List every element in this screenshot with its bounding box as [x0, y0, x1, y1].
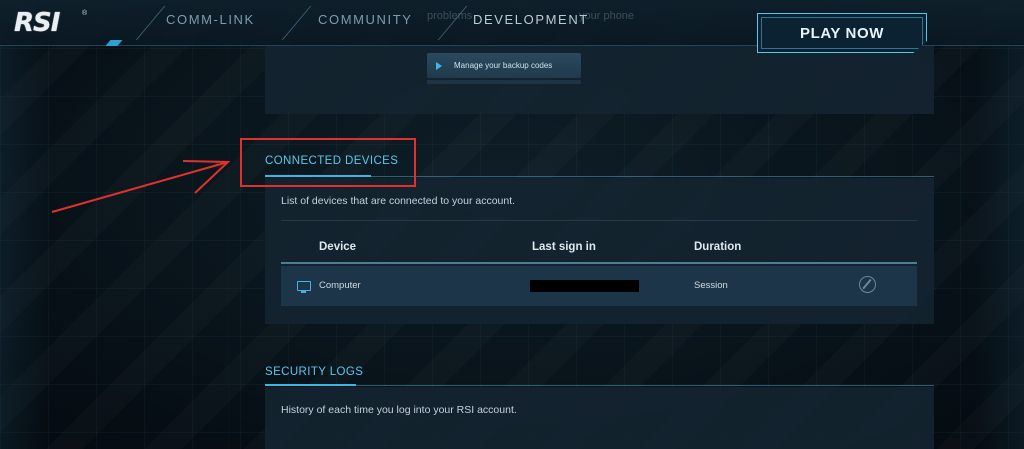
- annotation-arrow-head: [182, 160, 231, 194]
- annotation-arrow: [51, 160, 231, 213]
